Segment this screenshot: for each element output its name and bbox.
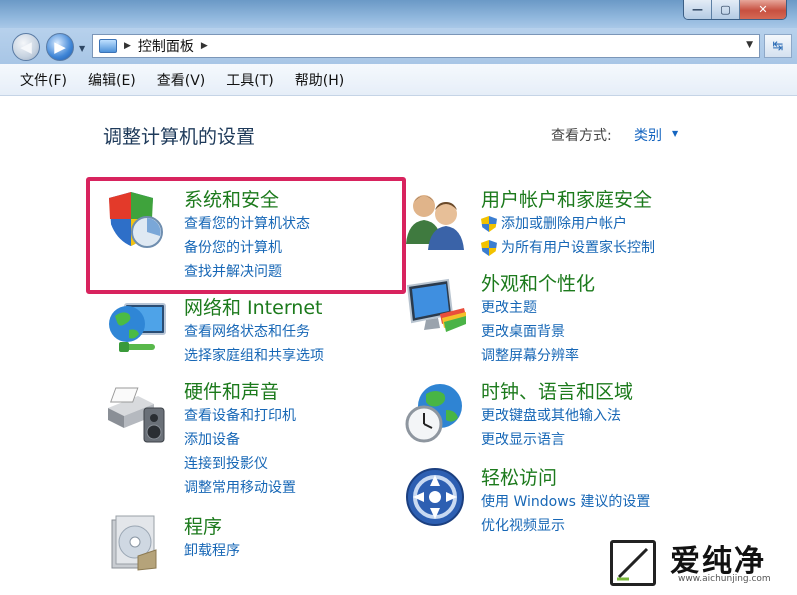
link-uninstall-program[interactable]: 卸载程序 [184,539,240,563]
category-title-clock-region[interactable]: 时钟、语言和区域 [481,380,633,404]
ease-of-access-icon[interactable] [404,466,466,528]
category-title-appearance[interactable]: 外观和个性化 [481,272,595,296]
category-clock-region: 时钟、语言和区域 更改键盘或其他输入法 更改显示语言 [481,380,633,452]
close-button[interactable]: ✕ [740,0,786,19]
view-by-select[interactable]: 类别 [634,125,662,145]
link-add-device[interactable]: 添加设备 [184,428,296,452]
category-title-hardware-sound[interactable]: 硬件和声音 [184,380,296,404]
link-windows-suggested-settings[interactable]: 使用 Windows 建议的设置 [481,490,650,514]
arrow-right-icon: ▶ [54,38,66,56]
category-ease-of-access: 轻松访问 使用 Windows 建议的设置 优化视频显示 [481,466,650,538]
menu-edit[interactable]: 编辑(E) [86,68,138,92]
users-icon[interactable] [404,188,468,250]
watermark-url: www.aichunjing.com [678,574,771,584]
window-controls: — ▢ ✕ [683,0,787,20]
breadcrumb-separator-icon[interactable]: ▶ [201,41,208,51]
watermark-logo-icon [610,540,656,586]
window-titlebar: — ▢ ✕ [0,0,797,28]
recent-pages-dropdown[interactable]: ▼ [79,44,85,53]
menu-tools[interactable]: 工具(T) [224,68,275,92]
link-add-remove-accounts[interactable]: 添加或删除用户帐户 [501,212,627,236]
breadcrumb-separator-icon[interactable]: ▶ [124,41,131,51]
category-network-internet: 网络和 Internet 查看网络状态和任务 选择家庭组和共享选项 [184,296,324,368]
category-title-ease-of-access[interactable]: 轻松访问 [481,466,650,490]
link-change-display-language[interactable]: 更改显示语言 [481,428,633,452]
programs-disc-icon[interactable] [108,512,164,572]
menu-bar: 文件(F) 编辑(E) 查看(V) 工具(T) 帮助(H) [0,64,797,96]
breadcrumb-control-panel[interactable]: 控制面板 [138,36,194,56]
control-panel-icon [99,39,117,53]
link-connect-projector[interactable]: 连接到投影仪 [184,452,296,476]
category-appearance: 外观和个性化 更改主题 更改桌面背景 调整屏幕分辨率 [481,272,595,368]
address-bar[interactable]: ▶ 控制面板 ▶ ▼ [92,34,760,58]
clock-globe-icon[interactable] [402,380,468,446]
watermark: 爱纯净 www.aichunjing.com [590,530,797,595]
address-dropdown-icon[interactable]: ▼ [746,40,753,50]
link-parental-controls[interactable]: 为所有用户设置家长控制 [501,236,655,260]
uac-shield-icon [481,240,497,256]
printer-speaker-icon[interactable] [104,382,168,448]
forward-button[interactable]: ▶ [46,33,74,61]
uac-shield-icon [481,216,497,232]
link-screen-resolution[interactable]: 调整屏幕分辨率 [481,344,595,368]
menu-file[interactable]: 文件(F) [18,68,69,92]
category-hardware-sound: 硬件和声音 查看设备和打印机 添加设备 连接到投影仪 调整常用移动设置 [184,380,296,500]
category-title-programs[interactable]: 程序 [184,515,240,539]
back-button[interactable]: ◀ [12,33,40,61]
link-change-theme[interactable]: 更改主题 [481,296,595,320]
arrow-left-icon: ◀ [20,38,32,56]
category-user-accounts: 用户帐户和家庭安全 添加或删除用户帐户 为所有用户设置家长控制 [481,188,655,260]
link-change-background[interactable]: 更改桌面背景 [481,320,595,344]
menu-view[interactable]: 查看(V) [155,68,208,92]
link-mobility-settings[interactable]: 调整常用移动设置 [184,476,296,500]
appearance-monitor-icon[interactable] [404,276,468,336]
category-title-network-internet[interactable]: 网络和 Internet [184,296,324,320]
navigation-bar: ◀ ▶ ▼ ▶ 控制面板 ▶ ▼ ↹ [0,28,797,64]
refresh-icon: ↹ [772,38,784,54]
highlight-box [86,177,406,294]
link-homegroup-sharing[interactable]: 选择家庭组和共享选项 [184,344,324,368]
link-devices-printers[interactable]: 查看设备和打印机 [184,404,296,428]
chevron-down-icon[interactable]: ▼ [672,129,678,138]
link-change-input-method[interactable]: 更改键盘或其他输入法 [481,404,633,428]
maximize-button[interactable]: ▢ [712,0,740,19]
network-globe-icon[interactable] [105,298,169,360]
link-view-network-status[interactable]: 查看网络状态和任务 [184,320,324,344]
minimize-button[interactable]: — [684,0,712,19]
refresh-button[interactable]: ↹ [764,34,792,58]
view-by-label: 查看方式: [551,128,612,144]
category-title-user-accounts[interactable]: 用户帐户和家庭安全 [481,188,655,212]
menu-help[interactable]: 帮助(H) [293,68,346,92]
category-programs: 程序 卸载程序 [184,515,240,563]
page-title: 调整计算机的设置 [103,126,256,148]
